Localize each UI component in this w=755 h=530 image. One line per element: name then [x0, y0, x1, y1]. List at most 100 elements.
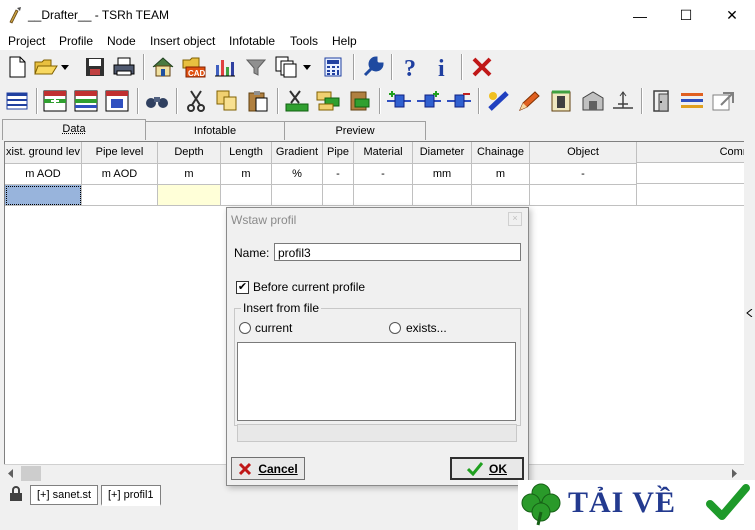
column-header-length[interactable]: Length — [221, 142, 272, 164]
dialog-title: Wstaw profil — [231, 213, 297, 227]
door-exit-icon[interactable] — [648, 88, 674, 114]
layers-icon[interactable] — [679, 88, 705, 114]
close-window-button[interactable]: ✕ — [709, 0, 755, 31]
svg-text:CAD: CAD — [188, 69, 206, 78]
data-cell[interactable] — [158, 185, 221, 206]
data-cell[interactable] — [354, 185, 413, 206]
before-profile-checkbox[interactable]: ✔ — [236, 281, 249, 294]
unit-diameter: mm — [413, 164, 472, 185]
menu-project[interactable]: Project — [8, 34, 45, 48]
minimize-button[interactable]: — — [617, 0, 663, 31]
scroll-right-icon[interactable] — [732, 469, 738, 478]
radio-current[interactable] — [239, 322, 251, 334]
menu-infotable[interactable]: Infotable — [229, 34, 275, 48]
dialog-close-icon[interactable]: × — [508, 212, 522, 226]
data-cell[interactable] — [82, 185, 158, 206]
home-icon[interactable] — [150, 54, 176, 80]
paste-node-icon[interactable] — [346, 88, 372, 114]
open-dropdown-icon[interactable] — [58, 54, 72, 80]
menu-help[interactable]: Help — [332, 34, 357, 48]
add-node-after-icon[interactable] — [416, 88, 442, 114]
copy-node-icon[interactable] — [315, 88, 341, 114]
copy-dropdown-icon[interactable] — [300, 54, 314, 80]
lock-icon[interactable] — [9, 486, 23, 502]
column-header-ground-level[interactable]: xist. ground lev — [5, 142, 82, 164]
selected-cell[interactable] — [5, 185, 82, 206]
scroll-thumb[interactable] — [21, 466, 41, 481]
column-header-material[interactable]: Material — [354, 142, 413, 164]
pencil-draw-icon[interactable] — [516, 88, 542, 114]
menu-tools[interactable]: Tools — [290, 34, 318, 48]
cut-node-icon[interactable] — [284, 88, 310, 114]
vertical-scrollbar[interactable] — [744, 141, 755, 481]
cut-scissors-icon[interactable] — [183, 88, 209, 114]
menu-profile[interactable]: Profile — [59, 34, 93, 48]
radio-exists[interactable] — [389, 322, 401, 334]
data-cell[interactable] — [323, 185, 354, 206]
manhole-icon[interactable] — [548, 88, 574, 114]
svg-text:i: i — [438, 56, 445, 79]
new-file-icon[interactable] — [4, 54, 30, 80]
copy-icon[interactable] — [214, 88, 240, 114]
chart-icon[interactable] — [212, 54, 238, 80]
maximize-button[interactable]: ☐ — [663, 0, 709, 31]
tab-data[interactable]: Data — [2, 119, 146, 140]
column-header-chainage[interactable]: Chainage — [472, 142, 530, 164]
menu-node[interactable]: Node — [107, 34, 136, 48]
calculator-icon[interactable] — [320, 54, 346, 80]
profile-tab-sanet[interactable]: [+] sanet.st — [30, 485, 99, 505]
column-header-object[interactable]: Object — [530, 142, 637, 164]
exit-close-icon[interactable] — [469, 54, 495, 80]
tab-infotable[interactable]: Infotable — [145, 121, 285, 140]
paste-icon[interactable] — [245, 88, 271, 114]
column-header-gradient[interactable]: Gradient — [272, 142, 323, 164]
column-header-comment[interactable]: Comm — [637, 142, 745, 163]
open-folder-icon[interactable] — [33, 54, 59, 80]
data-cell[interactable] — [472, 185, 530, 206]
export-icon[interactable] — [710, 88, 736, 114]
ok-button[interactable]: OK — [450, 457, 524, 480]
help-question-icon[interactable]: ? — [398, 54, 424, 80]
data-cell[interactable] — [530, 185, 637, 206]
data-cell[interactable] — [637, 185, 745, 206]
cad-import-icon[interactable]: CAD — [180, 54, 206, 80]
data-cell[interactable] — [272, 185, 323, 206]
chamber-icon[interactable] — [580, 88, 606, 114]
add-node-before-icon[interactable] — [386, 88, 412, 114]
pipe-tool-icon[interactable] — [486, 88, 512, 114]
tab-preview[interactable]: Preview — [284, 121, 426, 140]
before-profile-label: Before current profile — [253, 280, 366, 294]
info-icon[interactable]: i — [429, 54, 455, 80]
level-marker-icon[interactable] — [610, 88, 636, 114]
column-header-pipe-level[interactable]: Pipe level — [82, 142, 158, 164]
data-cell[interactable] — [413, 185, 472, 206]
remove-node-icon[interactable] — [446, 88, 472, 114]
unit-pipe-level: m AOD — [82, 164, 158, 185]
view-tabs: Data Infotable Preview — [0, 119, 755, 141]
column-header-depth[interactable]: Depth — [158, 142, 221, 164]
unit-object: - — [530, 164, 637, 185]
settings-wrench-icon[interactable] — [360, 54, 386, 80]
profile-tab-profil1[interactable]: [+] profil1 — [101, 485, 161, 506]
app-icon[interactable] — [8, 6, 24, 24]
cancel-button[interactable]: Cancel — [231, 457, 305, 480]
delete-row-icon[interactable] — [73, 88, 99, 114]
save-icon[interactable] — [82, 54, 108, 80]
data-cell[interactable] — [221, 185, 272, 206]
find-binoculars-icon[interactable] — [144, 88, 170, 114]
scroll-left-icon[interactable] — [8, 469, 14, 478]
table-view-icon[interactable] — [4, 88, 30, 114]
insert-row-icon[interactable] — [42, 88, 68, 114]
copy-pages-icon[interactable] — [273, 54, 299, 80]
radio-current-label: current — [255, 321, 293, 335]
menu-insert-object[interactable]: Insert object — [150, 34, 215, 48]
column-header-pipe[interactable]: Pipe — [323, 142, 354, 164]
name-input[interactable]: profil3 — [274, 243, 521, 261]
title-bar: __Drafter__ - TSRh TEAM — ☐ ✕ — [0, 0, 755, 31]
filter-icon[interactable] — [243, 54, 269, 80]
file-list-box[interactable] — [237, 342, 516, 421]
table-properties-icon[interactable] — [104, 88, 130, 114]
print-icon[interactable] — [111, 54, 137, 80]
column-header-diameter[interactable]: Diameter — [413, 142, 472, 164]
status-strip — [237, 424, 517, 442]
